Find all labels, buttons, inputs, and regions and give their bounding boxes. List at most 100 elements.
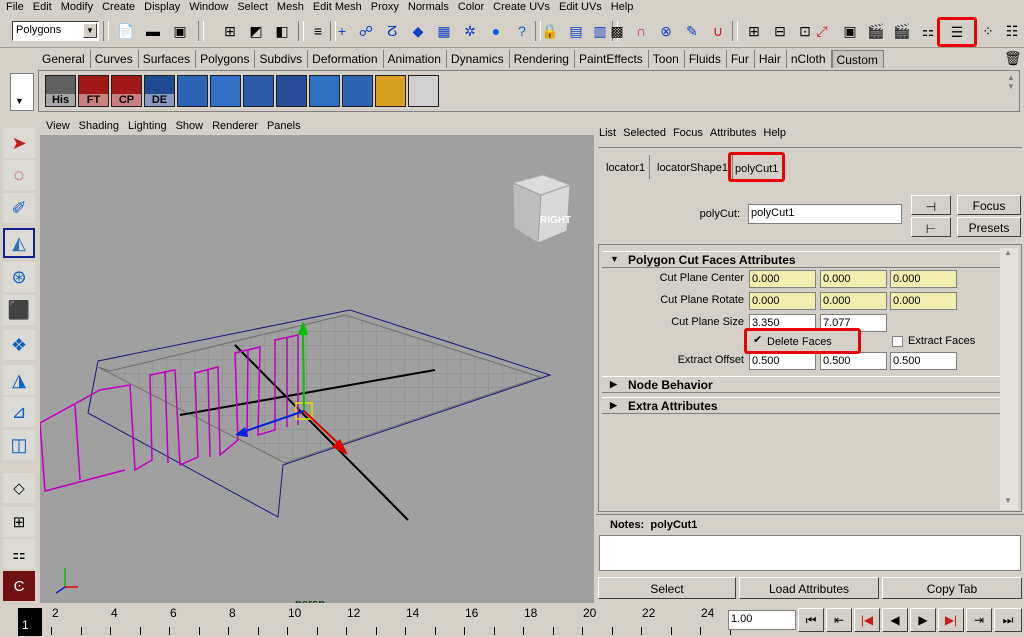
snap-together-icon[interactable]: ⊗ xyxy=(656,21,676,41)
snap-live-icon[interactable]: ✲ xyxy=(460,21,480,41)
last-tool-icon[interactable]: ◫ xyxy=(3,430,35,460)
menu-item[interactable]: Create UVs xyxy=(489,0,555,15)
extract-offset-x[interactable]: 0.500 xyxy=(749,352,816,370)
shelf-icon[interactable] xyxy=(210,75,241,107)
snap-grid-icon[interactable]: + xyxy=(332,21,352,41)
selection-mask-icon[interactable]: ≡ xyxy=(308,21,328,41)
shelf-icon[interactable] xyxy=(342,75,373,107)
shelf-icon[interactable]: CP xyxy=(111,75,142,107)
clapper-settings-icon[interactable]: 🎬 xyxy=(892,21,912,41)
save-scene-icon[interactable]: ▣ xyxy=(170,21,190,41)
collapse-arrow-icon[interactable]: ▼ xyxy=(610,254,619,264)
snap-surface-icon[interactable]: ◆ xyxy=(408,21,428,41)
go-output-icon[interactable]: ⊢ xyxy=(911,217,951,237)
shelf-icon[interactable] xyxy=(276,75,307,107)
shelf-tab[interactable]: Animation xyxy=(384,50,447,68)
viewport-menu-item[interactable]: View xyxy=(42,118,75,135)
menu-item[interactable]: Display xyxy=(140,0,185,15)
viewport-menu-item[interactable]: Shading xyxy=(75,118,124,135)
cut-plane-center-z[interactable]: 0.000 xyxy=(890,270,957,288)
menu-item[interactable]: Color xyxy=(454,0,489,15)
attr-menu-item[interactable]: Help xyxy=(760,125,790,139)
single-view-layout-icon[interactable]: ◇ xyxy=(3,473,35,503)
menu-item[interactable]: Normals xyxy=(404,0,454,15)
show-hide-icon[interactable]: ⚏ xyxy=(918,21,938,41)
viewport-menu-item[interactable]: Show xyxy=(172,118,209,135)
menu-item[interactable]: Help xyxy=(607,0,639,15)
tab-locator1[interactable]: locator1 xyxy=(602,155,651,179)
scale-tool-icon[interactable]: ⬛ xyxy=(3,295,35,325)
shelf-icon[interactable]: DE xyxy=(144,75,175,107)
render-settings-icon[interactable]: ⤢ xyxy=(812,21,832,41)
shelf-tab[interactable]: Subdivs xyxy=(255,50,309,68)
attribute-editor-icon[interactable]: ☰ xyxy=(937,17,977,47)
shelf-icon[interactable] xyxy=(243,75,274,107)
scene-canvas[interactable]: RIGHT persp xyxy=(40,135,594,603)
copy-tab-button[interactable]: Copy Tab xyxy=(882,577,1022,599)
menu-set-dropdown[interactable]: Polygons ▼ xyxy=(12,21,99,41)
node-name-field[interactable]: polyCut1 xyxy=(748,204,902,224)
ipr-render-icon[interactable]: ⊟ xyxy=(770,21,790,41)
expand-arrow-icon[interactable]: ▶ xyxy=(610,400,617,411)
select-tool-icon[interactable]: ➤ xyxy=(3,128,35,158)
cut-plane-rotate-y[interactable]: 0.000 xyxy=(820,292,887,310)
go-to-end-icon[interactable]: ⏭ xyxy=(994,608,1022,632)
inputs-icon[interactable]: ▤ xyxy=(566,21,586,41)
notes-field[interactable] xyxy=(599,535,1021,571)
shelf-icon[interactable] xyxy=(309,75,340,107)
open-scene-icon[interactable]: ▬ xyxy=(143,21,163,41)
perspective-viewport[interactable]: View Shading Lighting Show Renderer Panels xyxy=(40,118,594,603)
time-slider[interactable]: 1 2 4 6 8 10 12 14 16 18 20 22 24 xyxy=(0,605,731,637)
cut-plane-center-y[interactable]: 0.000 xyxy=(820,270,887,288)
expand-arrow-icon[interactable]: ▶ xyxy=(610,379,617,390)
two-view-layout-icon[interactable]: ⚏ xyxy=(3,539,35,569)
rotate-tool-icon[interactable]: ⊛ xyxy=(3,262,35,292)
play-forwards-icon[interactable]: ▶ xyxy=(910,608,936,632)
horseshoe-magnet-icon[interactable]: ∪ xyxy=(708,21,728,41)
step-back-key-icon[interactable]: ⇤ xyxy=(826,608,852,632)
magnet-icon[interactable]: ∩ xyxy=(631,21,651,41)
shelf-icon[interactable]: His xyxy=(45,75,76,107)
cut-plane-rotate-x[interactable]: 0.000 xyxy=(749,292,816,310)
select-button[interactable]: Select xyxy=(598,577,736,599)
menu-item[interactable]: Edit UVs xyxy=(555,0,607,15)
shelf-tab[interactable]: Custom xyxy=(831,50,884,68)
shelf-tab[interactable]: Toon xyxy=(649,50,685,68)
shelf-tab[interactable]: nCloth xyxy=(787,50,832,68)
shelf-tab[interactable]: Dynamics xyxy=(447,50,510,68)
chevron-down-icon[interactable]: ▼ xyxy=(83,23,97,38)
lock-icon[interactable]: 🔒 xyxy=(540,21,560,41)
align-icon[interactable]: ✎ xyxy=(682,21,702,41)
current-frame-field[interactable]: 1.00 xyxy=(728,610,796,630)
cut-plane-center-x[interactable]: 0.000 xyxy=(749,270,816,288)
chevron-down-icon[interactable]: ▼ xyxy=(15,96,24,106)
soft-mod-icon[interactable]: ◮ xyxy=(3,365,35,395)
current-frame-marker[interactable]: 1 xyxy=(18,608,42,636)
shelf-icon[interactable] xyxy=(375,75,406,107)
section-node-behavior[interactable]: ▶ Node Behavior xyxy=(602,376,1000,393)
shelf-tab[interactable]: Fluids xyxy=(685,50,727,68)
shelf-tab[interactable]: Curves xyxy=(91,50,139,68)
shelf-menu[interactable]: ▼ xyxy=(10,73,34,111)
four-view-layout-icon[interactable]: ⊞ xyxy=(3,507,35,537)
attr-menu-item[interactable]: Focus xyxy=(670,125,707,139)
shelf-scroll[interactable]: ▲ ▼ xyxy=(1004,73,1018,109)
extract-offset-y[interactable]: 0.500 xyxy=(820,352,887,370)
shelf-icon[interactable] xyxy=(177,75,208,107)
show-manip-icon[interactable]: ⊿ xyxy=(3,397,35,427)
attr-menu-item[interactable]: Attributes xyxy=(707,125,760,139)
shelf-tab[interactable]: General xyxy=(38,50,91,68)
move-tool-icon[interactable]: ◭ xyxy=(3,228,35,258)
menu-item[interactable]: Mesh xyxy=(273,0,309,15)
prev-key-icon[interactable]: |◀ xyxy=(854,608,880,632)
section-polygon-cut-faces[interactable]: ▼ Polygon Cut Faces Attributes xyxy=(602,251,1000,268)
menu-item[interactable]: Window xyxy=(185,0,233,15)
select-object-icon[interactable]: ◩ xyxy=(246,21,266,41)
clapper-icon[interactable]: 🎬 xyxy=(866,21,886,41)
hypershade-icon[interactable]: ▣ xyxy=(840,21,860,41)
step-forward-key-icon[interactable]: ⇥ xyxy=(966,608,992,632)
universal-manip-icon[interactable]: ❖ xyxy=(3,330,35,360)
menu-item[interactable]: Edit Mesh xyxy=(309,0,367,15)
snap-curve-icon[interactable]: ☍ xyxy=(356,21,376,41)
select-hierarchy-icon[interactable]: ⊞ xyxy=(220,21,240,41)
